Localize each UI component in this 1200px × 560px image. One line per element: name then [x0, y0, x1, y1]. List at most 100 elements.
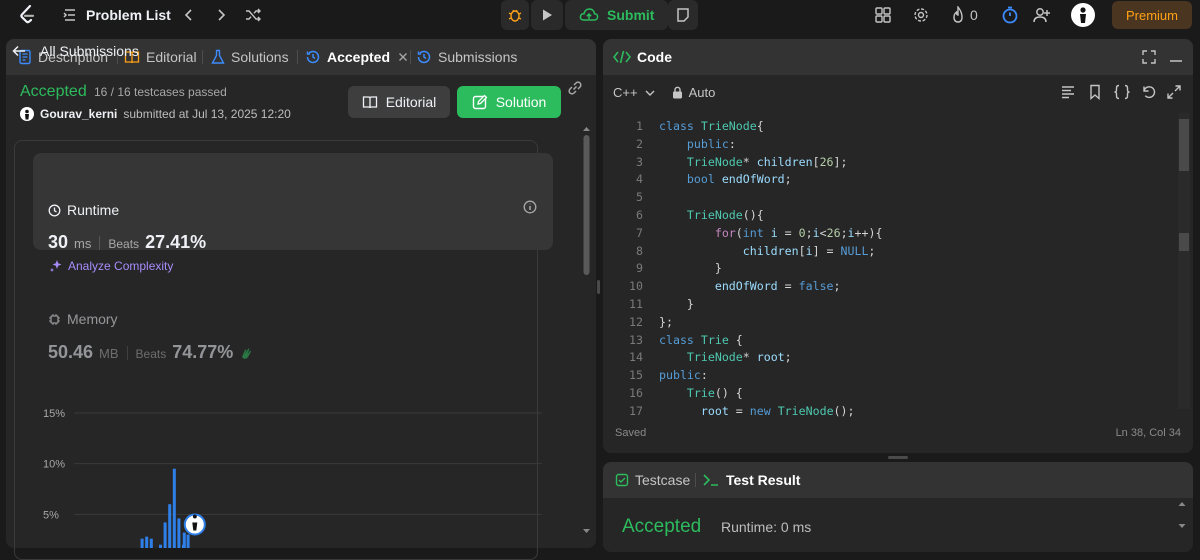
- back-to-submissions[interactable]: All Submissions: [12, 43, 139, 59]
- avatar[interactable]: [1071, 3, 1095, 27]
- code-line[interactable]: };: [659, 315, 673, 329]
- link-icon[interactable]: [566, 80, 584, 96]
- editorial-button[interactable]: Editorial: [348, 86, 450, 118]
- submit-button[interactable]: Submit: [565, 0, 669, 30]
- line-number: 14: [629, 350, 643, 365]
- code-line[interactable]: bool endOfWord;: [659, 172, 792, 186]
- language-value: C++: [613, 85, 638, 100]
- code-line[interactable]: }: [659, 261, 722, 275]
- code-line[interactable]: TrieNode* root;: [659, 350, 792, 364]
- next-problem-icon[interactable]: [212, 6, 230, 24]
- code-line[interactable]: }: [659, 297, 694, 311]
- runtime-distribution-chart: 15% 10% 5%: [43, 408, 542, 548]
- language-select[interactable]: C++ Auto: [613, 85, 715, 100]
- code-line[interactable]: public:: [659, 137, 736, 151]
- clap-icon: [239, 346, 253, 360]
- expand-icon[interactable]: [1166, 84, 1182, 100]
- distribution-bar[interactable]: [140, 538, 144, 548]
- debug-button[interactable]: [501, 0, 529, 30]
- vertical-resize-handle[interactable]: [597, 280, 600, 294]
- code-line[interactable]: root = new TrieNode();: [659, 404, 855, 418]
- gear-icon[interactable]: [912, 6, 930, 24]
- format-icon[interactable]: [1060, 84, 1076, 100]
- problem-list-link[interactable]: Problem List: [62, 6, 171, 24]
- code-line[interactable]: public:: [659, 368, 708, 382]
- autocomplete-mode[interactable]: Auto: [689, 85, 716, 100]
- code-line[interactable]: for(int i = 0;i<26;i++){: [659, 226, 883, 240]
- back-label: All Submissions: [40, 43, 139, 59]
- user-avatar[interactable]: [20, 107, 34, 121]
- memory-unit: MB: [99, 346, 119, 361]
- horizontal-resize-handle[interactable]: [888, 456, 908, 459]
- distribution-bar[interactable]: [177, 518, 181, 548]
- memory-label: Memory: [67, 311, 118, 327]
- solution-button[interactable]: Solution: [457, 86, 561, 118]
- code-line[interactable]: endOfWord = false;: [659, 279, 841, 293]
- tab-accepted-label: Accepted: [327, 49, 391, 65]
- tab-accepted[interactable]: Accepted: [305, 39, 408, 75]
- distribution-bar[interactable]: [186, 534, 190, 548]
- sparkle-icon: [49, 259, 63, 273]
- reset-icon[interactable]: [1141, 84, 1157, 100]
- distribution-bar[interactable]: [145, 536, 149, 548]
- play-icon: [540, 8, 554, 22]
- code-line[interactable]: TrieNode(){: [659, 208, 764, 222]
- distribution-bar[interactable]: [172, 468, 176, 548]
- maximize-icon[interactable]: [1141, 49, 1157, 65]
- bookmark-icon[interactable]: [1087, 84, 1103, 100]
- y-tick-label: 15%: [43, 408, 65, 420]
- submission-status: Accepted: [20, 83, 87, 100]
- code-line[interactable]: TrieNode* children[26];: [659, 155, 848, 169]
- y-tick-label: 5%: [43, 509, 59, 521]
- distribution-bar[interactable]: [163, 522, 167, 548]
- shuffle-icon[interactable]: [244, 6, 262, 24]
- analyze-complexity-link[interactable]: Analyze Complexity: [49, 259, 173, 273]
- tab-testcase[interactable]: Testcase: [615, 462, 690, 498]
- memory-label-row[interactable]: Memory: [48, 311, 118, 327]
- code-header: Code: [603, 39, 1193, 75]
- code-line[interactable]: Trie() {: [659, 386, 743, 400]
- timer-icon[interactable]: [1000, 5, 1020, 25]
- tab-submissions[interactable]: Submissions: [416, 39, 517, 75]
- left-scrollbar[interactable]: [582, 125, 591, 535]
- info-icon[interactable]: [523, 200, 537, 214]
- code-scrollbar[interactable]: [1178, 113, 1190, 409]
- distribution-bar[interactable]: [182, 532, 186, 548]
- test-tab-bar: Testcase Test Result: [603, 462, 1193, 498]
- book-icon: [362, 94, 378, 110]
- leetcode-logo[interactable]: [16, 3, 40, 27]
- runtime-beats: 27.41%: [145, 232, 207, 252]
- runtime-value: 30: [48, 232, 69, 252]
- layout-icon[interactable]: [874, 6, 892, 24]
- username[interactable]: Gourav_kerni: [40, 107, 117, 121]
- code-line[interactable]: class Trie {: [659, 333, 743, 347]
- your-submission-marker[interactable]: [183, 513, 206, 536]
- line-number: 5: [636, 190, 643, 205]
- line-number: 15: [629, 368, 643, 383]
- tab-solutions[interactable]: Solutions: [211, 39, 289, 75]
- streak-counter[interactable]: 0: [950, 6, 978, 24]
- close-tab-icon[interactable]: [398, 52, 408, 62]
- submitted-time: submitted at Jul 13, 2025 12:20: [123, 107, 291, 121]
- notes-button[interactable]: [668, 0, 698, 30]
- distribution-bar[interactable]: [149, 538, 153, 548]
- minimize-icon[interactable]: [1168, 49, 1184, 65]
- premium-button[interactable]: Premium: [1112, 1, 1192, 29]
- code-line[interactable]: children[i] = NULL;: [659, 244, 876, 258]
- run-button[interactable]: [531, 0, 563, 30]
- prev-problem-icon[interactable]: [180, 6, 198, 24]
- tab-divider: [410, 50, 411, 64]
- line-number: 13: [629, 332, 643, 347]
- distribution-bar[interactable]: [168, 504, 172, 548]
- code-editor[interactable]: 1 class TrieNode{2 public: 3 TrieNode* chi…: [603, 113, 1193, 418]
- test-scrollbar[interactable]: [1177, 500, 1187, 536]
- tab-test-result[interactable]: Test Result: [702, 462, 800, 498]
- problem-list-label: Problem List: [86, 7, 171, 23]
- line-number: 1: [636, 119, 643, 133]
- runtime-metric: 30 ms Beats 27.41%: [48, 232, 206, 253]
- add-user-icon[interactable]: [1032, 5, 1052, 25]
- braces-icon[interactable]: [1113, 84, 1131, 100]
- testcases-passed: 16 / 16 testcases passed: [94, 85, 227, 99]
- code-line[interactable]: class TrieNode{: [659, 119, 764, 133]
- runtime-label-row: Runtime: [48, 202, 119, 218]
